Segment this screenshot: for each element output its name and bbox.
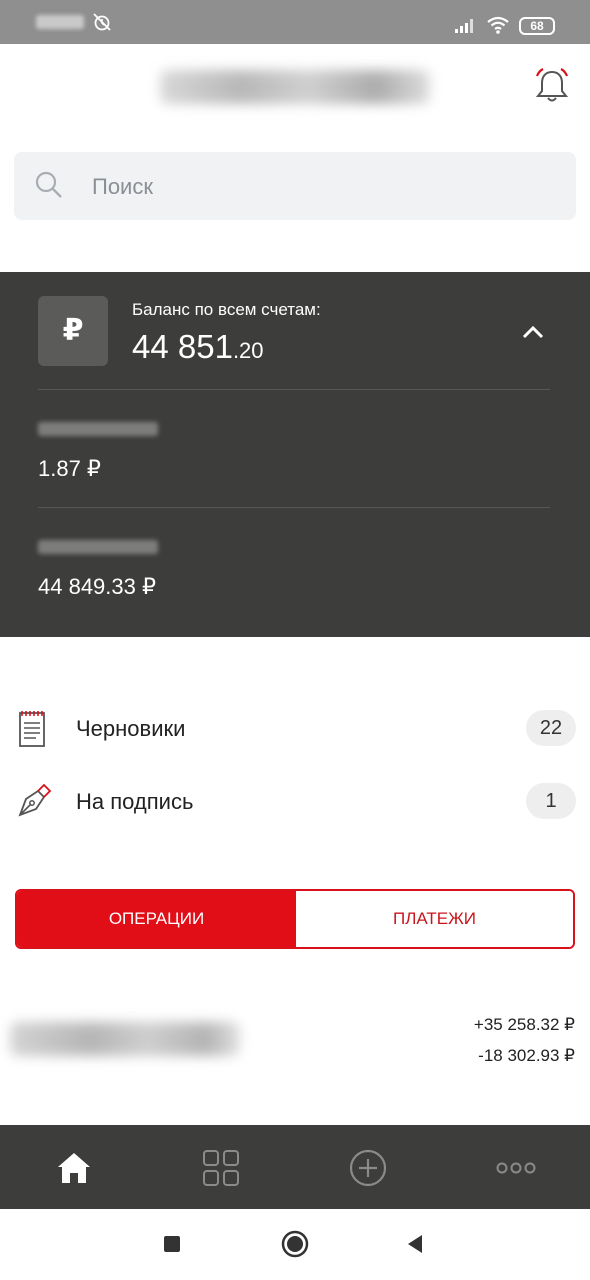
operations-date-blurred bbox=[10, 1022, 240, 1056]
divider bbox=[38, 389, 550, 390]
home-icon[interactable] bbox=[46, 1140, 102, 1196]
bell-icon[interactable] bbox=[532, 66, 572, 109]
account-amount[interactable]: 1.87 ₽ bbox=[38, 456, 101, 482]
wifi-icon bbox=[486, 15, 510, 40]
account-amount[interactable]: 44 849.33 ₽ bbox=[38, 574, 156, 600]
to-sign-row[interactable]: На подпись 1 bbox=[0, 773, 590, 829]
ruble-icon: ₽ bbox=[38, 296, 108, 366]
status-time-blurred bbox=[36, 15, 84, 29]
square-icon[interactable] bbox=[156, 1228, 188, 1260]
to-sign-label: На подпись bbox=[76, 789, 194, 814]
account-number-blurred bbox=[38, 422, 158, 436]
to-sign-count-badge: 1 bbox=[526, 783, 576, 819]
circle-icon[interactable] bbox=[279, 1228, 311, 1260]
operations-payments-toggle: ОПЕРАЦИИ ПЛАТЕЖИ bbox=[15, 889, 575, 949]
signal-icon bbox=[454, 16, 478, 39]
drafts-label: Черновики bbox=[76, 716, 186, 741]
tab-payments[interactable]: ПЛАТЕЖИ bbox=[296, 891, 573, 947]
divider bbox=[38, 507, 550, 508]
tab-operations[interactable]: ОПЕРАЦИИ bbox=[17, 891, 296, 947]
more-icon[interactable] bbox=[488, 1140, 544, 1196]
status-bar: 68 bbox=[0, 0, 590, 44]
battery-icon: 68 bbox=[519, 17, 555, 35]
grid-icon[interactable] bbox=[193, 1140, 249, 1196]
back-triangle-icon[interactable] bbox=[399, 1228, 431, 1260]
balance-total-integer: 44 851 bbox=[132, 328, 233, 365]
account-number-blurred bbox=[38, 540, 158, 554]
search-input[interactable] bbox=[92, 172, 552, 202]
search-icon bbox=[34, 170, 64, 205]
operations-expense: -18 302.93 ₽ bbox=[478, 1046, 575, 1065]
balance-label: Баланс по всем счетам: bbox=[132, 300, 321, 319]
operations-income: +35 258.32 ₽ bbox=[473, 1015, 575, 1034]
pen-icon bbox=[16, 779, 56, 824]
balance-total-fraction: .20 bbox=[232, 338, 264, 363]
plus-circle-icon[interactable] bbox=[340, 1140, 396, 1196]
drafts-row[interactable]: Черновики 22 bbox=[0, 700, 590, 756]
notepad-icon bbox=[16, 708, 48, 753]
balance-total: 44 851.20 bbox=[132, 328, 264, 366]
alarm-off-icon bbox=[92, 12, 112, 37]
collapse-chevron-up-icon[interactable] bbox=[518, 318, 548, 351]
drafts-count-badge: 22 bbox=[526, 710, 576, 746]
organization-name-blurred bbox=[160, 70, 430, 104]
